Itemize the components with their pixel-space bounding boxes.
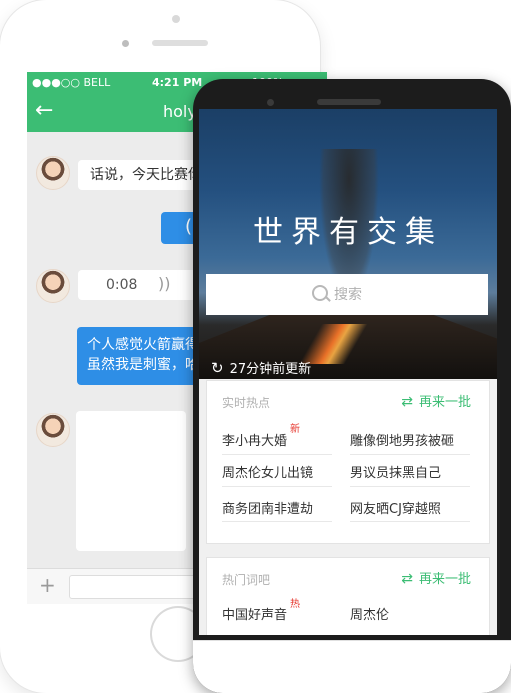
message-text: ( [185, 216, 193, 237]
refresh-label: 再来一批 [418, 572, 471, 587]
refresh-label: 再来一批 [418, 395, 471, 410]
carrier-label: ●●●○○ BELL [32, 76, 111, 89]
list-item[interactable]: 网友晒CJ穿越照 [350, 498, 441, 517]
hot-topics-card: 实时热点 ⇄ 再来一批 李小冉大婚 新 雕像倒地男孩被砸 周杰伦女儿出镜 男议员抹… [206, 380, 490, 544]
new-badge: 新 [290, 424, 300, 435]
audio-wave-icon: )) [158, 274, 171, 293]
search-app-screen: 世界有交集 搜索 ↻ 27分钟前更新 实时热点 ⇄ 再来一批 李小冉大婚 新 雕像倒… [199, 109, 497, 635]
camera-dot [172, 15, 180, 23]
update-text: 27分钟前更新 [229, 362, 312, 377]
swap-arrows-icon: ⇄ [401, 394, 413, 410]
search-placeholder: 搜索 [334, 287, 362, 303]
front-camera [267, 99, 274, 106]
phone-chin [193, 640, 511, 693]
voice-duration: 0:08 [106, 277, 138, 293]
refresh-icon: ↻ [211, 359, 224, 377]
hot-forums-card: 热门词吧 ⇄ 再来一批 中国好声音 热 周杰伦 [206, 557, 490, 635]
back-arrow-icon[interactable]: ← [35, 100, 53, 122]
list-item[interactable]: 中国好声音 [222, 604, 287, 623]
list-item[interactable]: 商务团南非遭劫 [222, 498, 313, 517]
search-input[interactable]: 搜索 [206, 274, 488, 315]
refresh-button[interactable]: ⇄ 再来一批 [401, 391, 471, 410]
divider [350, 454, 470, 455]
chat-title: holy [163, 102, 197, 121]
list-item[interactable]: 男议员抹黑自己 [350, 462, 441, 481]
divider [222, 521, 332, 522]
section-header: 热门词吧 [222, 573, 271, 587]
divider [350, 486, 470, 487]
front-camera [122, 40, 129, 47]
search-icon [312, 285, 328, 301]
refresh-button[interactable]: ⇄ 再来一批 [401, 568, 471, 587]
divider [222, 454, 332, 455]
avatar[interactable] [36, 269, 70, 303]
update-status[interactable]: ↻ 27分钟前更新 [211, 358, 311, 377]
front-phone: 世界有交集 搜索 ↻ 27分钟前更新 实时热点 ⇄ 再来一批 李小冉大婚 新 雕像倒… [193, 79, 511, 693]
list-item[interactable]: 李小冉大婚 [222, 430, 287, 449]
hero-title: 世界有交集 [253, 215, 443, 250]
earpiece-speaker [152, 40, 208, 46]
clock: 4:21 PM [152, 76, 203, 89]
list-item[interactable]: 周杰伦女儿出镜 [222, 462, 313, 481]
avatar[interactable] [36, 413, 70, 447]
divider [350, 521, 470, 522]
avatar[interactable] [36, 156, 70, 190]
list-item[interactable]: 周杰伦 [350, 604, 389, 623]
divider [222, 486, 332, 487]
swap-arrows-icon: ⇄ [401, 571, 413, 587]
section-header: 实时热点 [222, 396, 271, 410]
hero-banner: 世界有交集 搜索 ↻ 27分钟前更新 [199, 109, 497, 379]
plus-icon[interactable]: + [39, 573, 56, 597]
earpiece-speaker [317, 99, 381, 105]
hot-badge: 热 [290, 599, 300, 610]
image-message[interactable] [76, 411, 186, 551]
list-item[interactable]: 雕像倒地男孩被砸 [350, 430, 454, 449]
